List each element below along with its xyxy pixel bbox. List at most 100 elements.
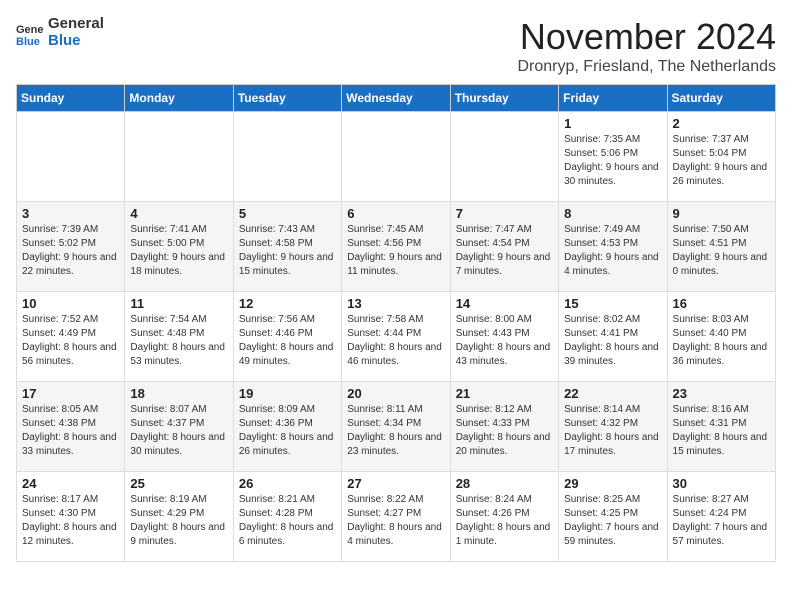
header-row: SundayMondayTuesdayWednesdayThursdayFrid… xyxy=(17,85,776,112)
day-info: Sunrise: 8:21 AM Sunset: 4:28 PM Dayligh… xyxy=(239,493,336,549)
calendar-cell: 2 Sunrise: 7:37 AM Sunset: 5:04 PM Daylig… xyxy=(667,112,775,202)
calendar-cell: 26 Sunrise: 8:21 AM Sunset: 4:28 PM Dayli… xyxy=(233,472,341,562)
day-number: 13 xyxy=(347,296,444,311)
calendar-cell: 15 Sunrise: 8:02 AM Sunset: 4:41 PM Dayli… xyxy=(559,292,667,382)
logo: General Blue General Blue xyxy=(16,16,104,49)
day-number: 19 xyxy=(239,386,336,401)
day-number: 17 xyxy=(22,386,119,401)
day-number: 8 xyxy=(564,206,661,221)
calendar-cell: 29 Sunrise: 8:25 AM Sunset: 4:25 PM Dayli… xyxy=(559,472,667,562)
day-info: Sunrise: 8:14 AM Sunset: 4:32 PM Dayligh… xyxy=(564,403,661,459)
calendar-cell xyxy=(17,112,125,202)
day-number: 28 xyxy=(456,476,553,491)
calendar-cell: 16 Sunrise: 8:03 AM Sunset: 4:40 PM Dayli… xyxy=(667,292,775,382)
day-number: 25 xyxy=(130,476,227,491)
day-number: 23 xyxy=(673,386,770,401)
day-number: 11 xyxy=(130,296,227,311)
day-info: Sunrise: 7:47 AM Sunset: 4:54 PM Dayligh… xyxy=(456,223,553,279)
day-number: 21 xyxy=(456,386,553,401)
day-number: 2 xyxy=(673,116,770,131)
logo-general: General xyxy=(48,16,104,33)
day-info: Sunrise: 7:39 AM Sunset: 5:02 PM Dayligh… xyxy=(22,223,119,279)
day-number: 1 xyxy=(564,116,661,131)
day-info: Sunrise: 8:19 AM Sunset: 4:29 PM Dayligh… xyxy=(130,493,227,549)
day-number: 22 xyxy=(564,386,661,401)
calendar-cell: 21Sunrise: 8:12 AM Sunset: 4:33 PM Dayli… xyxy=(450,382,558,472)
day-info: Sunrise: 8:27 AM Sunset: 4:24 PM Dayligh… xyxy=(673,493,770,549)
calendar-cell: 5Sunrise: 7:43 AM Sunset: 4:58 PM Daylig… xyxy=(233,202,341,292)
header: General Blue General Blue November 2024 … xyxy=(16,16,776,76)
calendar-cell: 6Sunrise: 7:45 AM Sunset: 4:56 PM Daylig… xyxy=(342,202,450,292)
calendar-cell: 1 Sunrise: 7:35 AM Sunset: 5:06 PM Daylig… xyxy=(559,112,667,202)
day-info: Sunrise: 7:58 AM Sunset: 4:44 PM Dayligh… xyxy=(347,313,444,369)
header-day-tuesday: Tuesday xyxy=(233,85,341,112)
day-number: 12 xyxy=(239,296,336,311)
calendar-cell: 9Sunrise: 7:50 AM Sunset: 4:51 PM Daylig… xyxy=(667,202,775,292)
calendar-cell: 22 Sunrise: 8:14 AM Sunset: 4:32 PM Dayli… xyxy=(559,382,667,472)
header-day-thursday: Thursday xyxy=(450,85,558,112)
day-info: Sunrise: 8:02 AM Sunset: 4:41 PM Dayligh… xyxy=(564,313,661,369)
calendar-cell: 27 Sunrise: 8:22 AM Sunset: 4:27 PM Dayli… xyxy=(342,472,450,562)
title-area: November 2024 Dronryp, Friesland, The Ne… xyxy=(518,16,777,76)
calendar-cell xyxy=(450,112,558,202)
calendar-cell: 7 Sunrise: 7:47 AM Sunset: 4:54 PM Daylig… xyxy=(450,202,558,292)
calendar-cell: 30Sunrise: 8:27 AM Sunset: 4:24 PM Dayli… xyxy=(667,472,775,562)
day-info: Sunrise: 8:00 AM Sunset: 4:43 PM Dayligh… xyxy=(456,313,553,369)
calendar-cell: 11 Sunrise: 7:54 AM Sunset: 4:48 PM Dayli… xyxy=(125,292,233,382)
day-info: Sunrise: 8:25 AM Sunset: 4:25 PM Dayligh… xyxy=(564,493,661,549)
header-day-monday: Monday xyxy=(125,85,233,112)
calendar-cell: 3 Sunrise: 7:39 AM Sunset: 5:02 PM Daylig… xyxy=(17,202,125,292)
header-day-wednesday: Wednesday xyxy=(342,85,450,112)
day-info: Sunrise: 7:35 AM Sunset: 5:06 PM Dayligh… xyxy=(564,133,661,189)
calendar-cell: 13 Sunrise: 7:58 AM Sunset: 4:44 PM Dayli… xyxy=(342,292,450,382)
day-info: Sunrise: 7:54 AM Sunset: 4:48 PM Dayligh… xyxy=(130,313,227,369)
day-number: 16 xyxy=(673,296,770,311)
day-info: Sunrise: 8:03 AM Sunset: 4:40 PM Dayligh… xyxy=(673,313,770,369)
day-number: 5 xyxy=(239,206,336,221)
calendar-cell: 25 Sunrise: 8:19 AM Sunset: 4:29 PM Dayli… xyxy=(125,472,233,562)
month-title: November 2024 xyxy=(518,16,777,58)
day-number: 3 xyxy=(22,206,119,221)
header-day-sunday: Sunday xyxy=(17,85,125,112)
day-info: Sunrise: 7:52 AM Sunset: 4:49 PM Dayligh… xyxy=(22,313,119,369)
header-day-friday: Friday xyxy=(559,85,667,112)
calendar-cell: 24Sunrise: 8:17 AM Sunset: 4:30 PM Dayli… xyxy=(17,472,125,562)
logo-blue: Blue xyxy=(48,33,104,50)
day-number: 26 xyxy=(239,476,336,491)
day-info: Sunrise: 8:24 AM Sunset: 4:26 PM Dayligh… xyxy=(456,493,553,549)
calendar-cell: 18 Sunrise: 8:07 AM Sunset: 4:37 PM Dayli… xyxy=(125,382,233,472)
day-info: Sunrise: 7:37 AM Sunset: 5:04 PM Dayligh… xyxy=(673,133,770,189)
day-number: 18 xyxy=(130,386,227,401)
header-day-saturday: Saturday xyxy=(667,85,775,112)
day-number: 4 xyxy=(130,206,227,221)
calendar-week-4: 17Sunrise: 8:05 AM Sunset: 4:38 PM Dayli… xyxy=(17,382,776,472)
svg-text:General: General xyxy=(16,24,44,36)
calendar-cell: 20Sunrise: 8:11 AM Sunset: 4:34 PM Dayli… xyxy=(342,382,450,472)
calendar-week-1: 1 Sunrise: 7:35 AM Sunset: 5:06 PM Daylig… xyxy=(17,112,776,202)
svg-text:Blue: Blue xyxy=(16,36,40,47)
day-number: 7 xyxy=(456,206,553,221)
calendar-cell xyxy=(125,112,233,202)
day-info: Sunrise: 8:22 AM Sunset: 4:27 PM Dayligh… xyxy=(347,493,444,549)
day-number: 10 xyxy=(22,296,119,311)
calendar-cell: 10 Sunrise: 7:52 AM Sunset: 4:49 PM Dayli… xyxy=(17,292,125,382)
calendar-header: SundayMondayTuesdayWednesdayThursdayFrid… xyxy=(17,85,776,112)
day-info: Sunrise: 8:07 AM Sunset: 4:37 PM Dayligh… xyxy=(130,403,227,459)
day-info: Sunrise: 8:16 AM Sunset: 4:31 PM Dayligh… xyxy=(673,403,770,459)
day-number: 27 xyxy=(347,476,444,491)
calendar-cell: 8 Sunrise: 7:49 AM Sunset: 4:53 PM Daylig… xyxy=(559,202,667,292)
calendar-week-2: 3 Sunrise: 7:39 AM Sunset: 5:02 PM Daylig… xyxy=(17,202,776,292)
calendar-cell: 4 Sunrise: 7:41 AM Sunset: 5:00 PM Daylig… xyxy=(125,202,233,292)
day-info: Sunrise: 7:49 AM Sunset: 4:53 PM Dayligh… xyxy=(564,223,661,279)
day-number: 29 xyxy=(564,476,661,491)
day-info: Sunrise: 7:41 AM Sunset: 5:00 PM Dayligh… xyxy=(130,223,227,279)
calendar-cell: 12Sunrise: 7:56 AM Sunset: 4:46 PM Dayli… xyxy=(233,292,341,382)
day-number: 9 xyxy=(673,206,770,221)
calendar-cell: 17Sunrise: 8:05 AM Sunset: 4:38 PM Dayli… xyxy=(17,382,125,472)
day-number: 15 xyxy=(564,296,661,311)
calendar-cell xyxy=(233,112,341,202)
location-title: Dronryp, Friesland, The Netherlands xyxy=(518,58,777,76)
day-number: 24 xyxy=(22,476,119,491)
calendar-body: 1 Sunrise: 7:35 AM Sunset: 5:06 PM Daylig… xyxy=(17,112,776,562)
calendar-week-5: 24Sunrise: 8:17 AM Sunset: 4:30 PM Dayli… xyxy=(17,472,776,562)
